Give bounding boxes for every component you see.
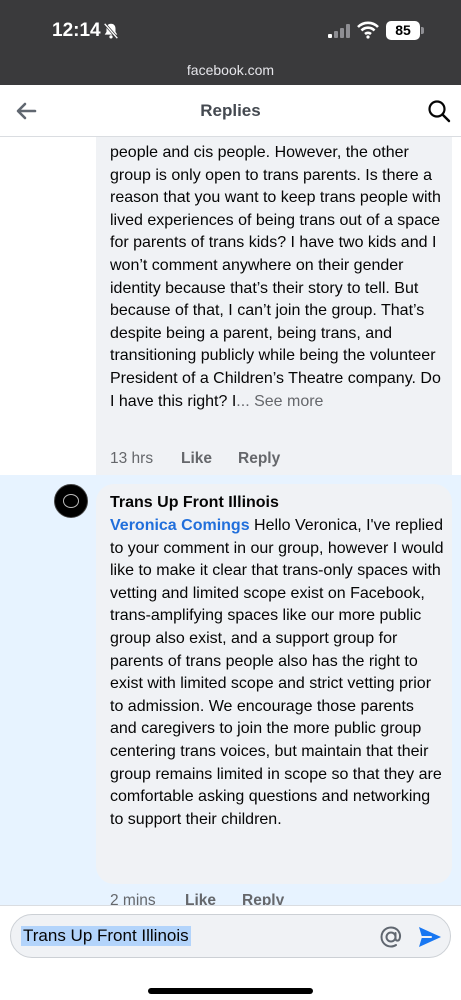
reply-button[interactable]: Reply [238, 450, 280, 468]
status-bar: 12:14 85 facebook.com [0, 0, 461, 85]
comment-actions: 13 hrs [110, 450, 153, 468]
home-indicator [148, 988, 313, 994]
comment-body: people and cis people. However, the othe… [110, 144, 441, 410]
like-button[interactable]: Like [181, 450, 212, 468]
reply-button[interactable]: Reply [242, 892, 284, 905]
reply-input[interactable]: Trans Up Front Illinois [10, 914, 451, 958]
battery-tip [421, 27, 424, 34]
comment-body: Hello Veronica, I've replied to your com… [110, 517, 444, 828]
comment-text: people and cis people. However, the othe… [110, 142, 445, 413]
reply-composer: Trans Up Front Illinois [0, 905, 461, 1000]
search-icon[interactable] [426, 98, 452, 124]
bell-slash-icon [103, 22, 119, 40]
comment-author[interactable]: Trans Up Front Illinois [110, 494, 279, 512]
status-time: 12:14 [52, 20, 101, 41]
page-title: Replies [200, 101, 261, 120]
see-more-link[interactable]: ... See more [236, 393, 323, 410]
comment-2: Trans Up Front Illinois Veronica Comings… [0, 475, 461, 905]
wifi-icon [357, 21, 379, 39]
comment-time[interactable]: 2 mins [110, 892, 156, 905]
comment-1: people and cis people. However, the othe… [0, 137, 461, 475]
signal-icon [328, 24, 350, 38]
avatar-logo [63, 494, 79, 508]
like-button[interactable]: Like [185, 892, 216, 905]
reply-input-value[interactable]: Trans Up Front Illinois [21, 926, 191, 946]
mention-link[interactable]: Veronica Comings [110, 517, 250, 534]
url-bar[interactable]: facebook.com [0, 62, 461, 78]
send-icon[interactable] [416, 923, 444, 951]
comment-actions: 2 mins [110, 892, 156, 905]
battery-icon: 85 [386, 21, 420, 40]
at-icon[interactable] [377, 923, 405, 951]
comment-text: Veronica Comings Hello Veronica, I've re… [110, 515, 445, 831]
comment-time[interactable]: 13 hrs [110, 450, 153, 467]
replies-header: Replies [0, 85, 461, 137]
avatar[interactable] [54, 484, 88, 518]
